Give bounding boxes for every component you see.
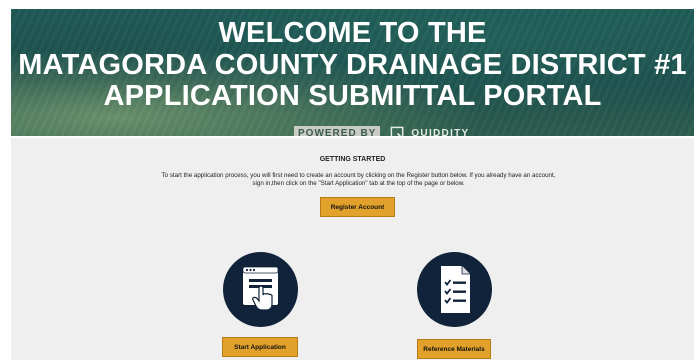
title-line-1: WELCOME TO THE	[218, 17, 487, 49]
start-application-button[interactable]: Start Application	[222, 337, 298, 357]
title-line-2: MATAGORDA COUNTY DRAINAGE DISTRICT #1	[18, 49, 687, 81]
browser-hand-pointer-icon[interactable]	[223, 252, 298, 327]
brand-name: QUIDDITY	[411, 127, 470, 137]
document-checklist-icon[interactable]	[417, 252, 492, 327]
quiddity-logo-icon	[391, 126, 404, 136]
header-banner: WELCOME TO THE MATAGORDA COUNTY DRAINAGE…	[11, 9, 694, 136]
section-heading: GETTING STARTED	[319, 156, 386, 163]
powered-by: POWERED BY QUIDDITY	[294, 125, 470, 136]
reference-materials-button[interactable]: Reference Materials	[417, 339, 491, 359]
register-account-button[interactable]: Register Account	[320, 197, 395, 217]
main-content: GETTING STARTED To start the application…	[11, 138, 694, 360]
intro-text: To start the application process, you wi…	[161, 172, 556, 187]
title-line-3: APPLICATION SUBMITTAL PORTAL	[103, 80, 602, 112]
powered-by-label: POWERED BY	[294, 125, 381, 136]
